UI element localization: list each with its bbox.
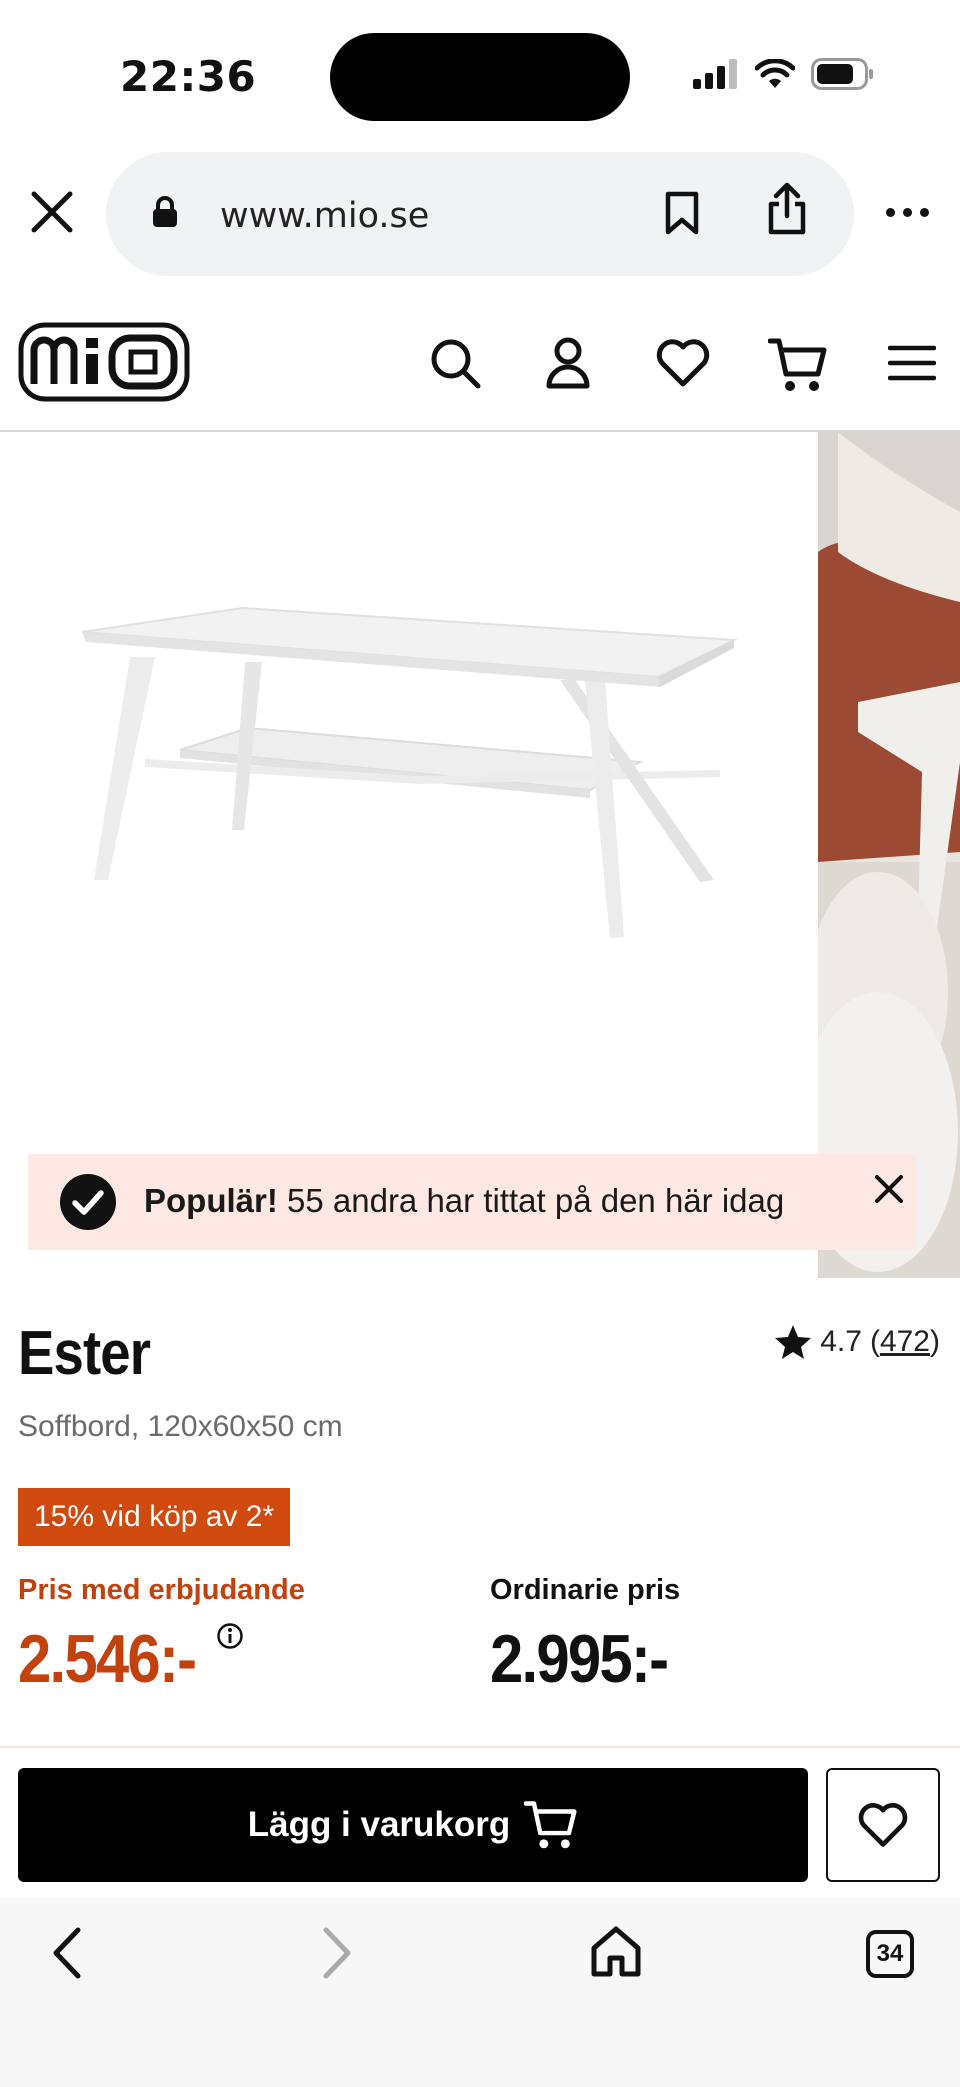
rating-count[interactable]: 472 — [880, 1325, 930, 1358]
tabs-button[interactable]: 34 — [866, 1930, 914, 1978]
info-icon[interactable] — [216, 1622, 244, 1650]
product-title: Ester — [18, 1319, 151, 1388]
lock-icon — [153, 196, 177, 227]
status-bar: 22:36 — [0, 0, 960, 150]
product-subtitle: Soffbord, 120x60x50 cm — [18, 1410, 343, 1443]
heart-icon — [858, 1803, 908, 1847]
popular-label: Populär! — [144, 1182, 278, 1219]
lifestyle-image — [818, 432, 960, 1278]
add-to-cart-button[interactable]: Lägg i varukorg — [18, 1768, 808, 1882]
close-icon[interactable] — [28, 188, 76, 236]
browser-address-bar: www.mio.se — [0, 150, 960, 280]
url-field[interactable]: www.mio.se — [106, 152, 854, 276]
dynamic-island — [330, 33, 630, 121]
popular-banner: Populär! 55 andra har tittat på den här … — [28, 1154, 916, 1250]
heart-icon[interactable] — [654, 336, 712, 390]
divider — [0, 1746, 960, 1748]
promo-badge: 15% vid köp av 2* — [18, 1488, 291, 1546]
popular-detail: 55 andra har tittat på den här idag — [277, 1182, 785, 1219]
status-icons — [693, 58, 875, 90]
mio-logo[interactable] — [18, 322, 190, 402]
product-gallery[interactable] — [0, 432, 960, 1278]
forward-icon[interactable] — [318, 1924, 358, 1982]
popular-message: Populär! 55 andra har tittat på den här … — [144, 1182, 784, 1220]
site-header — [0, 300, 960, 432]
bookmark-icon[interactable] — [664, 190, 700, 236]
menu-icon[interactable] — [888, 336, 936, 390]
product-image[interactable] — [0, 432, 818, 1278]
add-to-cart-label: Lägg i varukorg — [247, 1805, 511, 1844]
cellular-signal-icon — [693, 59, 737, 89]
rating-value: 4.7 — [820, 1325, 862, 1358]
product-rating[interactable]: 4.7 (472) — [774, 1324, 940, 1360]
more-icon[interactable] — [886, 208, 929, 217]
offer-price-label: Pris med erbjudande — [18, 1574, 305, 1606]
checkmark-icon — [60, 1174, 116, 1230]
browser-toolbar: 34 — [0, 1898, 960, 2087]
offer-price: 2.546:- — [18, 1621, 197, 1697]
close-icon[interactable] — [874, 1174, 904, 1204]
wishlist-button[interactable] — [826, 1768, 940, 1882]
share-icon[interactable] — [766, 182, 808, 236]
regular-price-label: Ordinarie pris — [490, 1574, 681, 1606]
star-icon — [775, 1325, 812, 1359]
coffee-table-image — [81, 606, 738, 938]
home-icon[interactable] — [590, 1924, 642, 1980]
regular-price: 2.995:- — [490, 1621, 669, 1697]
status-time: 22:36 — [120, 52, 257, 101]
search-icon[interactable] — [428, 336, 482, 390]
account-icon[interactable] — [544, 336, 592, 390]
back-icon[interactable] — [46, 1924, 86, 1982]
next-product-image[interactable] — [818, 432, 960, 1278]
battery-icon — [811, 58, 873, 90]
url-text: www.mio.se — [220, 196, 430, 236]
wifi-icon — [755, 59, 795, 88]
rating-count-wrapper: (472) — [869, 1325, 940, 1358]
cart-icon[interactable] — [768, 336, 828, 394]
cart-icon — [524, 1801, 577, 1849]
